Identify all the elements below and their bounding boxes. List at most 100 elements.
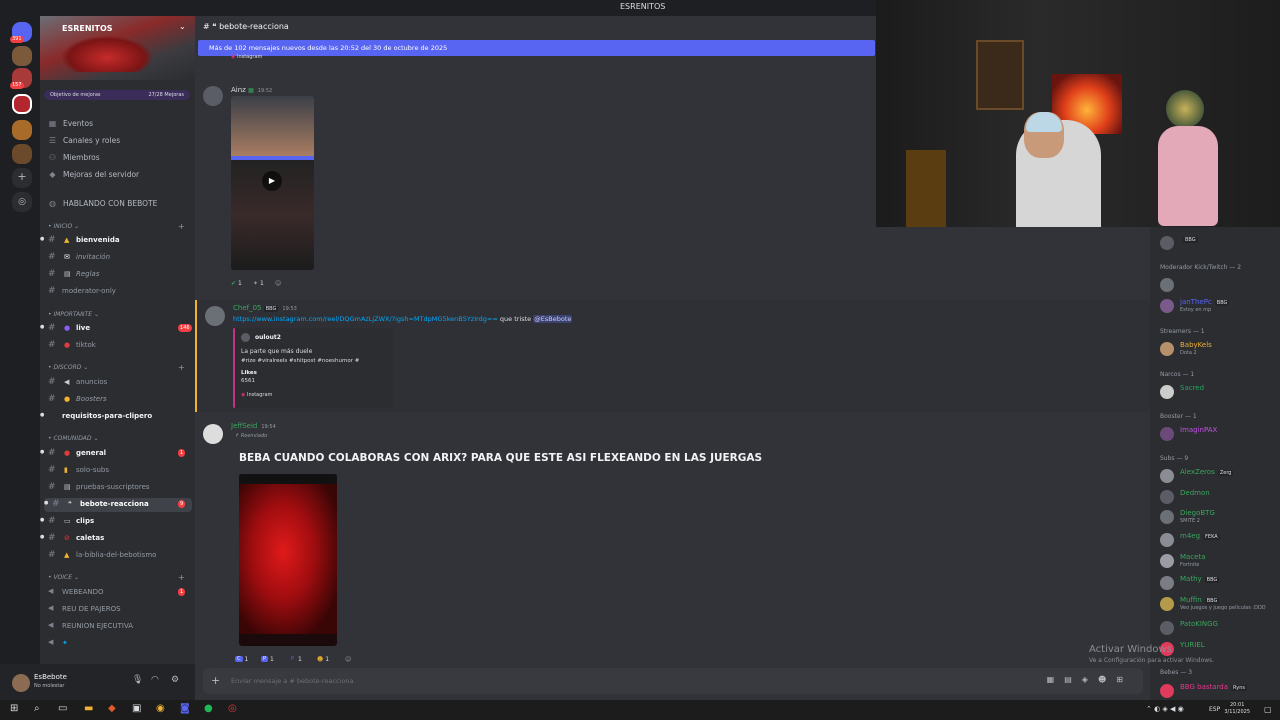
channel-requisitos-para-clipero[interactable]: ● requisitos-para-clipero	[40, 410, 195, 424]
voice-channel-webeando[interactable]: ◀ WEBEANDO 1	[40, 586, 195, 600]
add-channel-icon[interactable]: +	[178, 222, 185, 231]
voice-channel-reu-de-pajeros[interactable]: ◀ REU DE PAJEROS	[40, 603, 195, 617]
voice-channel-reunion-ejecutiva[interactable]: ◀ REUNION EJECUTIVA	[40, 620, 195, 634]
gift-icon[interactable]: ▦	[1047, 675, 1065, 684]
user-name[interactable]: EsBebote	[34, 673, 67, 681]
member-item[interactable]: BBG bastarda Ryns	[1160, 682, 1280, 700]
menu-eventos[interactable]: ▦ Eventos	[48, 119, 93, 128]
attach-plus-icon[interactable]: +	[211, 674, 220, 687]
emoji-icon[interactable]: ☻	[1098, 675, 1116, 684]
reaction[interactable]: ✦ 1	[253, 278, 264, 288]
sticker-icon[interactable]: ◈	[1082, 675, 1098, 684]
channel-reglas[interactable]: # ▤ Reglas	[40, 268, 195, 282]
channel-caletas[interactable]: ● # ⊘ caletas	[40, 532, 195, 546]
member-item[interactable]: Muffin BBG Veo juegos y juego películas :D…	[1160, 595, 1280, 613]
gear-icon[interactable]: ⚙	[171, 675, 179, 685]
channel-clips[interactable]: ● # ▭ clips	[40, 515, 195, 529]
apps-icon[interactable]: ⊞	[1116, 675, 1133, 684]
channel-solo-subs[interactable]: # ▮ solo-subs	[40, 464, 195, 478]
menu-channels-roles[interactable]: ☰ Canales y roles	[48, 136, 120, 145]
category-inicio[interactable]: • INICIO ⌄ +	[48, 222, 185, 231]
menu-stage-hablando[interactable]: ◍ HABLANDO CON BEBOTE	[48, 199, 157, 208]
avatar[interactable]	[203, 86, 223, 106]
embed-author[interactable]: oulout2	[255, 334, 281, 341]
brave-icon[interactable]: ◆	[108, 703, 116, 714]
channel-bebote-reacciona[interactable]: ● # ❝ bebote-reacciona 9	[44, 498, 192, 512]
channel-live[interactable]: ● # ● live 146	[40, 322, 195, 336]
avatar[interactable]	[203, 424, 223, 444]
member-item[interactable]	[1160, 276, 1280, 294]
headphones-icon[interactable]: ◠	[151, 675, 159, 685]
add-server-icon[interactable]: +	[12, 168, 32, 188]
microphone-icon[interactable]: 🎙	[132, 675, 143, 685]
gif-icon[interactable]: ▤	[1064, 675, 1082, 684]
reaction[interactable]: P1	[289, 654, 302, 664]
composer-tools[interactable]: ▦▤◈☻⊞	[1047, 675, 1133, 684]
member-item[interactable]: ImaginPAX	[1160, 425, 1280, 443]
channel-invitacion[interactable]: # ✉ invitación	[40, 251, 195, 265]
member-item[interactable]: m4eg FEKA	[1160, 531, 1280, 549]
server-icon-selected[interactable]	[12, 94, 32, 114]
server-name[interactable]: ESRENITOS	[62, 24, 113, 33]
instagram-embed[interactable]: oulout2 La parte que más duele #rize #vi…	[233, 328, 393, 408]
channel-general[interactable]: ● # ● general 1	[40, 447, 195, 461]
video-attachment[interactable]: ▶	[231, 96, 314, 270]
avatar[interactable]	[12, 674, 30, 692]
server-icon[interactable]	[12, 120, 32, 140]
search-icon[interactable]: ⌕	[34, 703, 40, 714]
menu-members[interactable]: ⚇ Miembros	[48, 153, 100, 162]
channel-bienvenida[interactable]: ● # ▲ bienvenida	[40, 234, 195, 248]
reaction[interactable]: ✔ 1	[231, 278, 242, 288]
add-channel-icon[interactable]: +	[178, 573, 185, 582]
start-icon[interactable]: ⊞	[10, 703, 18, 714]
message-author[interactable]: Ainz ▦ 19:52	[231, 86, 272, 94]
explore-icon[interactable]: ◎	[12, 192, 32, 212]
server-icon[interactable]	[12, 144, 32, 164]
member-item[interactable]: AlexZeros Zerg	[1160, 467, 1280, 485]
category-comunidad[interactable]: • COMUNIDAD ⌄	[48, 435, 98, 442]
member-item[interactable]: Mathy BBG	[1160, 574, 1280, 592]
server-icon[interactable]	[12, 46, 32, 66]
reaction[interactable]: ☻ 1	[317, 654, 329, 664]
notifications-icon[interactable]: ▢	[1264, 705, 1272, 714]
spotify-icon[interactable]: ●	[204, 703, 213, 714]
store-icon[interactable]: ▣	[132, 703, 141, 714]
play-icon[interactable]: ▶	[262, 171, 282, 191]
member-item[interactable]: janThePc BBG Estoy en mp	[1160, 297, 1280, 315]
add-channel-icon[interactable]: +	[178, 363, 185, 372]
user-mention[interactable]: @EsBebote	[533, 315, 573, 323]
member-item[interactable]: Maceta Fortnite	[1160, 552, 1280, 570]
tray-icons[interactable]: ⌃ ◐ ◈ ◀ ◉	[1146, 705, 1184, 713]
channel-boosters[interactable]: # ● Boosters	[40, 393, 195, 407]
obs-icon[interactable]: ◎	[228, 703, 237, 714]
add-reaction-icon[interactable]: ☺	[275, 278, 281, 288]
member-item[interactable]: DiegoBTG SMITE 2	[1160, 508, 1280, 526]
category-discord[interactable]: • DISCORD ⌄ +	[48, 363, 185, 372]
message-composer[interactable]: + Enviar mensaje a # bebote-reacciona ▦▤…	[203, 668, 1143, 694]
channel-moderator-only[interactable]: # moderator-only	[40, 285, 195, 299]
message-link[interactable]: https://www.instagram.com/reel/DQGmAzLjZ…	[233, 315, 498, 323]
add-reaction-icon[interactable]: ☺	[345, 654, 351, 664]
channel-la-biblia-del-bebotismo[interactable]: # ▲ la-biblia-del-bebotismo	[40, 549, 195, 563]
chrome-icon[interactable]: ◉	[156, 703, 165, 714]
channel-pruebas-suscriptores[interactable]: # ▤ pruebas-suscriptores	[40, 481, 195, 495]
voice-channel-emoji[interactable]: ◀ ✦	[40, 637, 195, 651]
message-author[interactable]: JeffSeid 19:54	[231, 422, 276, 430]
video-attachment[interactable]	[239, 474, 337, 646]
menu-server-boosts[interactable]: ◆ Mejoras del servidor	[48, 170, 139, 179]
reaction[interactable]: C1	[235, 654, 248, 664]
boost-goal-bar[interactable]: Objetivo de mejoras 27/28 Mejoras	[44, 90, 190, 100]
member-item[interactable]: BabyKels Dota 2	[1160, 340, 1280, 358]
chevron-down-icon[interactable]: ⌄	[179, 22, 186, 31]
discord-icon[interactable]: ◙	[180, 703, 190, 714]
channel-anuncios[interactable]: # ◀ anuncios	[40, 376, 195, 390]
member-item[interactable]: PatoKINGG	[1160, 619, 1280, 637]
language-indicator[interactable]: ESP	[1209, 706, 1220, 713]
new-messages-bar[interactable]: Más de 102 mensajes nuevos desde las 20:…	[198, 40, 875, 56]
member-item[interactable]: Sacred	[1160, 383, 1280, 401]
member-item[interactable]: Dedmon	[1160, 488, 1280, 506]
category-voice[interactable]: • VOICE ⌄ +	[48, 573, 185, 582]
clock[interactable]: 20:01 3/11/2025	[1224, 702, 1250, 716]
member-item[interactable]: BBG	[1160, 234, 1280, 252]
file-explorer-icon[interactable]: ▬	[84, 703, 93, 714]
